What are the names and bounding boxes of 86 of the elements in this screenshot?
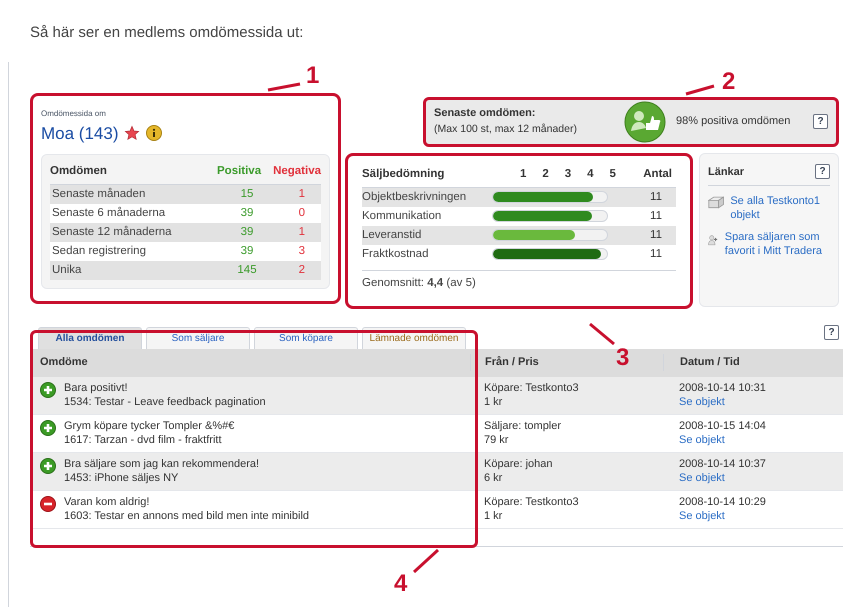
feedback-comment: Bara positivt! xyxy=(64,380,129,394)
feedback-from: Köpare: Testkonto3 xyxy=(484,380,580,394)
table-cell-text: Senaste 12 månaderna xyxy=(52,224,173,240)
column-header: Negativa xyxy=(272,164,321,179)
annotation-number: 4 xyxy=(394,569,408,599)
price: 1 kr xyxy=(484,508,504,522)
table-cell-text: Unika xyxy=(52,263,82,278)
rating-count: 11 xyxy=(649,228,663,243)
price: 6 kr xyxy=(484,470,504,484)
date-time: 2008-10-15 14:04 xyxy=(679,418,767,432)
rating-label: Fraktkostnad xyxy=(362,246,430,262)
rating-label: Objektbeskrivningen xyxy=(362,190,468,205)
positive-share: 98% positiva omdömen xyxy=(676,114,792,130)
scale-label: 5 xyxy=(610,166,616,182)
table-cell-text: 3 xyxy=(298,244,306,260)
table-cell-text: 2 xyxy=(298,263,306,278)
column-header: Omdömen xyxy=(50,164,108,179)
plus-icon xyxy=(40,420,56,436)
member-name[interactable]: Moa (143) xyxy=(41,120,118,146)
view-item-link[interactable]: Se objekt xyxy=(679,470,843,484)
feedback-comment: Bra säljare som jag kan rekommendera! xyxy=(64,456,260,470)
rating-label: Kommunikation xyxy=(362,208,442,224)
table-cell-text: 0 xyxy=(298,206,306,222)
plus-icon xyxy=(40,382,56,398)
help-button[interactable]: ? xyxy=(824,324,839,340)
recent-subtitle: (Max 100 st, max 12 månader) xyxy=(434,122,578,137)
item-title: 1617: Tarzan - dvd film - fraktfritt xyxy=(64,432,223,446)
feedback-from: Köpare: Testkonto3 xyxy=(484,494,580,508)
price: 79 kr xyxy=(484,432,510,446)
date-time: 2008-10-14 10:37 xyxy=(679,456,767,470)
feedback-comment: Varan kom aldrig! xyxy=(64,494,150,508)
star-icon xyxy=(124,125,140,142)
column-header: Datum / Tid xyxy=(663,354,843,371)
link[interactable]: Spara säljaren som favorit i Mitt Tradera xyxy=(724,230,830,258)
column-header: Omdöme xyxy=(39,355,89,370)
rating-count: 11 xyxy=(649,208,663,224)
table-cell-text: 145 xyxy=(236,263,258,278)
annotation-number: 3 xyxy=(616,343,630,373)
minus-icon xyxy=(40,496,56,512)
date-time: 2008-10-14 10:31 xyxy=(679,380,767,394)
link[interactable]: Se alla Testkonto1 objekt xyxy=(730,194,830,222)
help-button[interactable]: ? xyxy=(815,164,830,180)
leader-line xyxy=(412,548,440,574)
scale-label: 1 xyxy=(520,166,526,182)
item-title: 1453: iPhone säljes NY xyxy=(64,470,180,484)
feedback-from: Säljare: tompler xyxy=(484,418,562,432)
annotation-number: 1 xyxy=(306,64,320,88)
view-item-link[interactable]: Se objekt xyxy=(679,508,843,522)
average-rating: Genomsnitt: 4,4 (av 5) xyxy=(362,276,476,289)
table-cell-text: Senaste 6 månaderna xyxy=(52,206,166,222)
item-title: 1534: Testar - Leave feedback pagination xyxy=(64,394,266,408)
date-time: 2008-10-14 10:29 xyxy=(679,494,767,508)
column-header: Positiva xyxy=(217,164,262,179)
profile-caption: Omdömessida om xyxy=(41,108,107,120)
recent-title: Senaste omdömen: xyxy=(434,106,536,122)
page-heading: Så här ser en medlems omdömessida ut: xyxy=(30,23,304,43)
table-cell-text: 39 xyxy=(240,225,254,240)
help-button[interactable]: ? xyxy=(813,114,828,129)
rating-count: 11 xyxy=(649,246,663,262)
table-cell-text: Senaste månaden xyxy=(52,186,146,202)
scale-label: 3 xyxy=(564,166,572,182)
links-title: Länkar xyxy=(708,164,744,180)
price: 1 kr xyxy=(484,394,504,408)
feedback-from: Köpare: johan xyxy=(484,456,554,470)
view-item-link[interactable]: Se objekt xyxy=(679,432,843,446)
table-cell-text: 39 xyxy=(240,244,254,260)
leader-line xyxy=(588,322,616,346)
column-header: Säljbedömning xyxy=(362,166,446,182)
info-icon xyxy=(146,125,162,142)
table-cell-text: 15 xyxy=(240,187,254,202)
box-icon xyxy=(708,194,724,210)
table-cell-text: Sedan registrering xyxy=(52,244,147,260)
scale-label: 4 xyxy=(587,166,594,182)
item-title: 1603: Testar en annons med bild men inte minibild xyxy=(64,508,310,522)
thumbs-up-icon xyxy=(624,100,666,142)
annotation-number: 2 xyxy=(722,70,736,94)
view-item-link[interactable]: Se objekt xyxy=(679,394,843,408)
rating-label: Leveranstid xyxy=(362,228,422,243)
table-cell-text: 1 xyxy=(298,187,306,202)
table-cell-text: 39 xyxy=(240,206,254,222)
feedback-comment: Grym köpare tycker Tompler &%#€ xyxy=(64,418,234,432)
rating-count: 11 xyxy=(649,190,663,205)
column-header: Antal xyxy=(642,166,673,182)
table-cell-text: 1 xyxy=(298,225,306,240)
scale-label: 2 xyxy=(542,166,549,182)
plus-icon xyxy=(40,458,56,474)
